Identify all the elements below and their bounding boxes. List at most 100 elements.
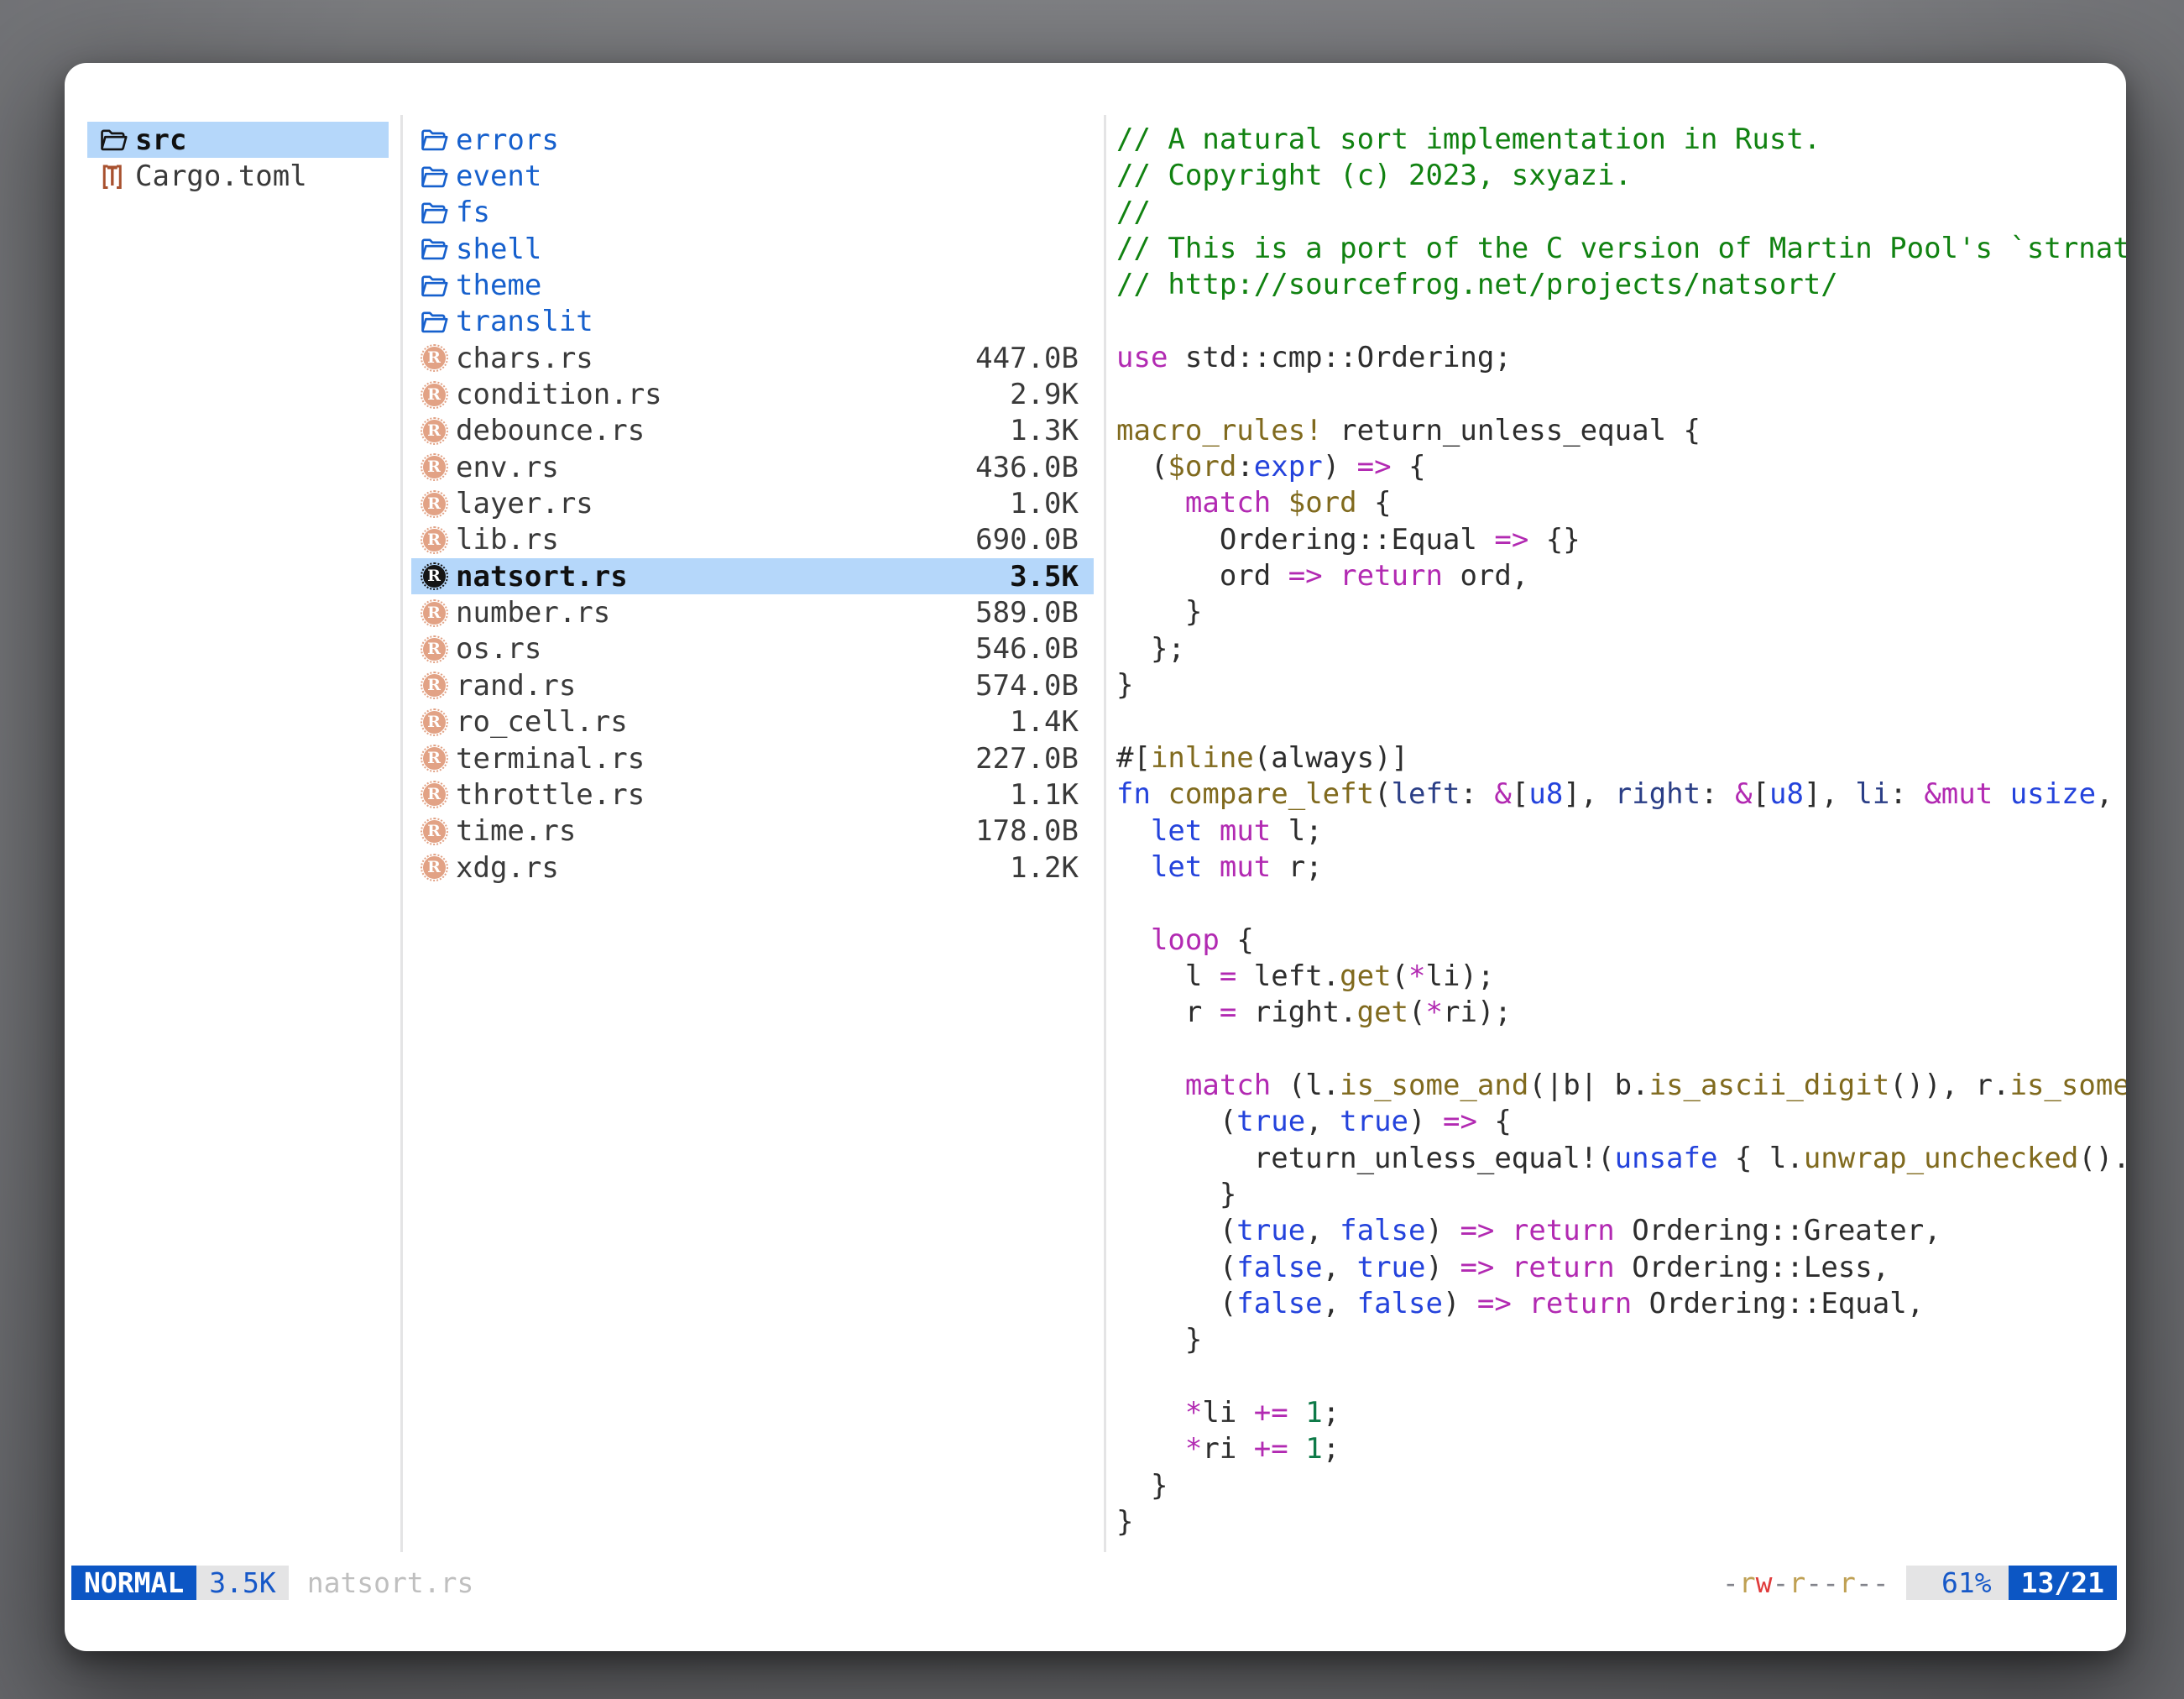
file-name: rand.rs (456, 669, 576, 703)
code-line: } (1116, 667, 2126, 703)
scroll-percent-badge: 61% (1906, 1566, 2009, 1600)
current-item-condition.rs[interactable]: Rcondition.rs2.9K (411, 376, 1094, 412)
file-name: natsort.rs (456, 560, 628, 593)
current-item-env.rs[interactable]: Renv.rs436.0B (411, 449, 1094, 485)
file-name: src (135, 123, 186, 157)
file-name: lib.rs (456, 523, 559, 557)
current-item-os.rs[interactable]: Ros.rs546.0B (411, 631, 1094, 667)
file-name: env.rs (456, 451, 559, 484)
file-name: terminal.rs (456, 742, 645, 776)
current-item-errors[interactable]: errors (411, 122, 1094, 158)
current-item-layer.rs[interactable]: Rlayer.rs1.0K (411, 485, 1094, 521)
rust-file-icon: R (423, 711, 446, 734)
rust-file-icon: R (423, 856, 446, 879)
code-line: // (1116, 195, 2126, 231)
open-folder-icon (421, 127, 448, 153)
current-item-terminal.rs[interactable]: Rterminal.rs 227.0B (411, 740, 1094, 776)
code-line: fn compare_left(left: &[u8], right: &[u8… (1116, 776, 2126, 813)
parent-item-src[interactable]: src (87, 122, 389, 158)
pane-separator-left (400, 115, 403, 1552)
rust-file-icon: R (423, 565, 446, 588)
parent-directory-pane: src[T]Cargo.toml (87, 122, 389, 195)
file-name: Cargo.toml (135, 159, 307, 193)
file-name: time.rs (456, 814, 576, 848)
code-line (1116, 1032, 2126, 1068)
current-item-time.rs[interactable]: Rtime.rs178.0B (411, 813, 1094, 850)
code-line: match (l.is_some_and(|b| b.is_ascii_digi… (1116, 1068, 2126, 1104)
file-size: 2.9K (1010, 378, 1079, 411)
file-preview-pane[interactable]: // A natural sort implementation in Rust… (1116, 122, 2126, 1549)
file-size: 447.0B (975, 342, 1079, 375)
code-line: *ri += 1; (1116, 1431, 2126, 1467)
code-line: (true, true) => { (1116, 1104, 2126, 1140)
code-line: } (1116, 1468, 2126, 1504)
current-item-natsort.rs[interactable]: Rnatsort.rs 3.5K (411, 558, 1094, 594)
file-name: throttle.rs (456, 778, 645, 812)
cursor-position-badge: 13/21 (2009, 1566, 2117, 1600)
current-item-ro_cell.rs[interactable]: Rro_cell.rs1.4K (411, 704, 1094, 740)
current-item-fs[interactable]: fs (411, 195, 1094, 231)
open-folder-icon (421, 236, 448, 262)
rust-file-icon: R (423, 820, 446, 843)
code-line: ($ord:expr) => { (1116, 449, 2126, 485)
current-item-translit[interactable]: translit (411, 304, 1094, 340)
code-line: loop { (1116, 923, 2126, 959)
current-item-shell[interactable]: shell (411, 231, 1094, 267)
file-name: theme (456, 269, 541, 302)
code-line: let mut l; (1116, 813, 2126, 850)
rust-file-icon: R (423, 529, 446, 552)
code-line: }; (1116, 631, 2126, 667)
current-item-rand.rs[interactable]: Rrand.rs 574.0B (411, 667, 1094, 703)
file-size: 1.1K (1010, 778, 1079, 812)
code-line: } (1116, 1177, 2126, 1213)
code-line (1116, 1359, 2126, 1395)
rust-file-icon: R (423, 420, 446, 442)
code-line: // A natural sort implementation in Rust… (1116, 122, 2126, 158)
current-item-lib.rs[interactable]: Rlib.rs 690.0B (411, 522, 1094, 558)
current-item-xdg.rs[interactable]: Rxdg.rs1.2K (411, 850, 1094, 886)
file-name: translit (456, 305, 593, 338)
rust-file-icon: R (423, 783, 446, 806)
rust-file-icon: R (423, 493, 446, 515)
status-file-name: natsort.rs (307, 1566, 474, 1599)
code-line: r = right.get(*ri); (1116, 995, 2126, 1031)
open-folder-icon (100, 127, 128, 153)
file-name: os.rs (456, 632, 541, 666)
code-line (1116, 376, 2126, 412)
code-line: // This is a port of the C version of Ma… (1116, 231, 2126, 267)
code-line: ord => return ord, (1116, 558, 2126, 594)
code-line: l = left.get(*li); (1116, 959, 2126, 995)
file-size: 574.0B (975, 669, 1079, 703)
rust-file-icon: R (423, 674, 446, 697)
file-name: ro_cell.rs (456, 705, 628, 739)
open-folder-icon (421, 309, 448, 335)
code-line (1116, 704, 2126, 740)
file-size: 1.3K (1010, 414, 1079, 447)
current-item-number.rs[interactable]: Rnumber.rs589.0B (411, 594, 1094, 630)
current-item-throttle.rs[interactable]: Rthrottle.rs 1.1K (411, 776, 1094, 813)
file-size: 589.0B (975, 596, 1079, 630)
open-folder-icon (421, 273, 448, 299)
mode-badge: NORMAL (71, 1566, 196, 1600)
code-line: use std::cmp::Ordering; (1116, 340, 2126, 376)
file-size: 436.0B (975, 451, 1079, 484)
rust-file-icon: R (423, 638, 446, 661)
file-name: event (456, 159, 541, 193)
file-name: xdg.rs (456, 851, 559, 885)
file-size: 690.0B (975, 523, 1079, 557)
current-item-theme[interactable]: theme (411, 267, 1094, 303)
code-line (1116, 886, 2126, 922)
code-line: Ordering::Equal => {} (1116, 522, 2126, 558)
parent-item-Cargo.toml[interactable]: [T]Cargo.toml (87, 158, 389, 194)
code-line: (false, true) => return Ordering::Less, (1116, 1250, 2126, 1286)
file-size: 227.0B (975, 742, 1079, 776)
code-line: (false, false) => return Ordering::Equal… (1116, 1286, 2126, 1322)
file-name: layer.rs (456, 487, 593, 520)
current-item-debounce.rs[interactable]: Rdebounce.rs1.3K (411, 413, 1094, 449)
code-line: #[inline(always)] (1116, 740, 2126, 776)
current-item-chars.rs[interactable]: Rchars.rs447.0B (411, 340, 1094, 376)
current-item-event[interactable]: event (411, 158, 1094, 194)
rust-file-icon: R (423, 747, 446, 770)
file-name: chars.rs (456, 342, 593, 375)
file-size: 3.5K (1010, 560, 1079, 593)
